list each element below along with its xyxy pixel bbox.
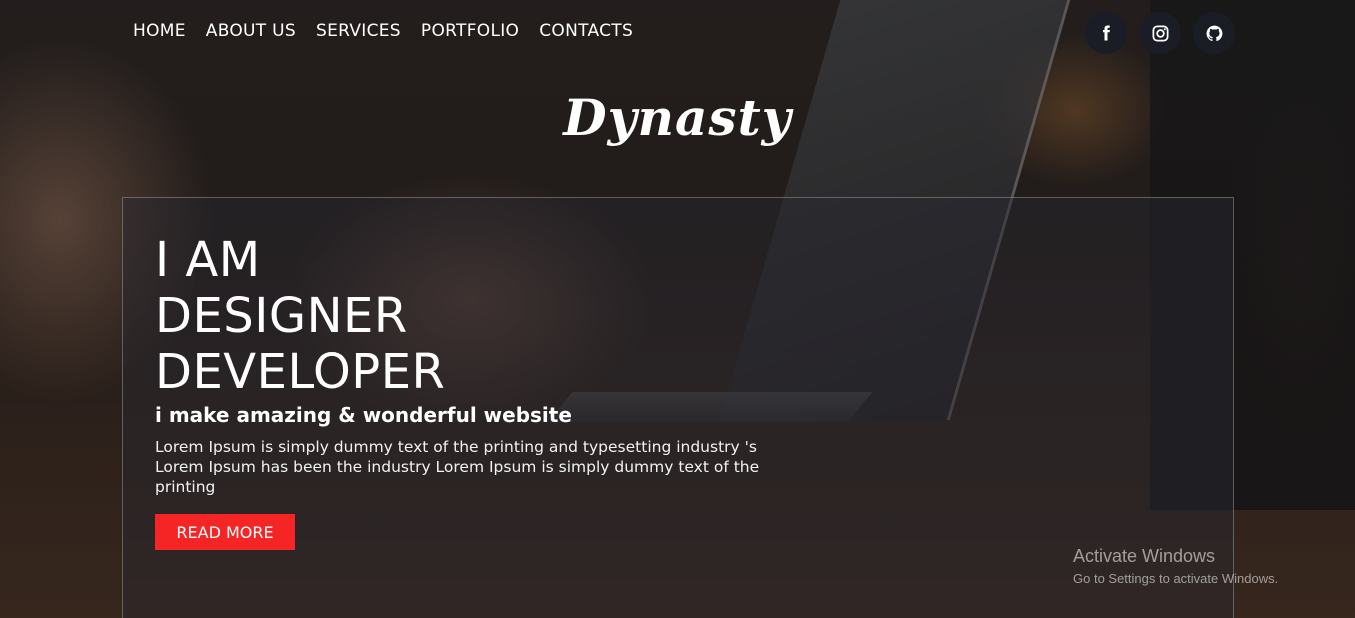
site-logo[interactable]: Dynasty: [0, 88, 1355, 147]
nav-contacts[interactable]: CONTACTS: [539, 21, 633, 41]
facebook-icon: [1103, 25, 1110, 41]
hero-headline: I AM DESIGNER DEVELOPER: [155, 232, 445, 400]
nav-about-us[interactable]: ABOUT US: [206, 21, 296, 41]
instagram-icon: [1152, 25, 1168, 41]
nav-services[interactable]: SERVICES: [316, 21, 401, 41]
headline-line: I AM: [155, 232, 261, 288]
social-links: [1085, 12, 1235, 54]
github-button[interactable]: [1193, 12, 1235, 54]
headline-line: DEVELOPER: [155, 344, 446, 400]
nav-home[interactable]: HOME: [133, 21, 186, 41]
nav-portfolio[interactable]: PORTFOLIO: [421, 21, 519, 41]
windows-activation-watermark: Activate Windows Go to Settings to activ…: [1073, 546, 1278, 586]
watermark-title: Activate Windows: [1073, 546, 1216, 566]
watermark-subtitle: Go to Settings to activate Windows.: [1073, 571, 1279, 586]
facebook-button[interactable]: [1085, 12, 1127, 54]
main-nav: HOME ABOUT US SERVICES PORTFOLIO CONTACT…: [133, 21, 633, 41]
instagram-button[interactable]: [1139, 12, 1181, 54]
github-icon: [1206, 25, 1222, 41]
read-more-button[interactable]: READ MORE: [155, 514, 295, 550]
headline-line: DESIGNER: [155, 288, 408, 344]
hero-tagline: i make amazing & wonderful website: [155, 403, 572, 427]
hero-description: Lorem Ipsum is simply dummy text of the …: [155, 438, 760, 496]
